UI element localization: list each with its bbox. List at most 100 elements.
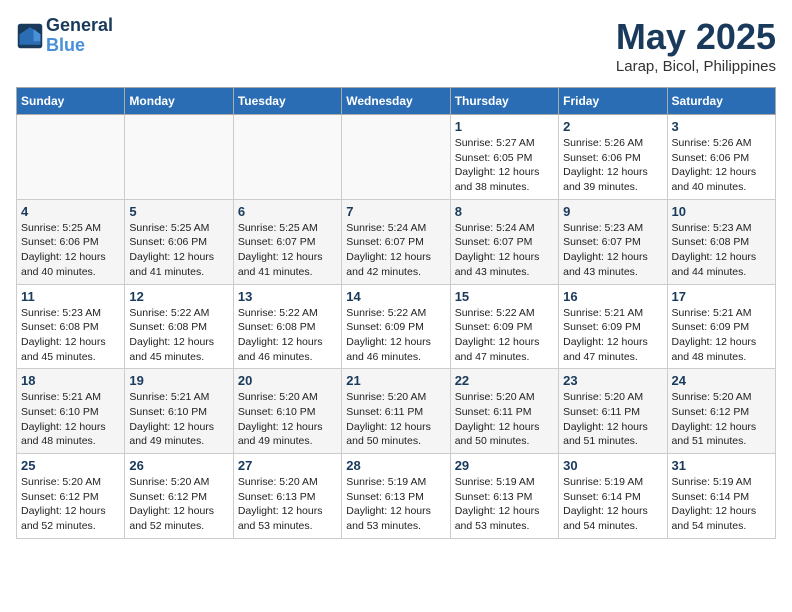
day-info: Sunrise: 5:20 AM Sunset: 6:10 PM Dayligh… xyxy=(238,390,337,449)
day-info: Sunrise: 5:20 AM Sunset: 6:11 PM Dayligh… xyxy=(563,390,662,449)
calendar-cell: 19 Sunrise: 5:21 AM Sunset: 6:10 PM Dayli… xyxy=(125,369,233,454)
day-number: 5 xyxy=(129,204,228,219)
day-info: Sunrise: 5:25 AM Sunset: 6:07 PM Dayligh… xyxy=(238,221,337,280)
day-info: Sunrise: 5:20 AM Sunset: 6:11 PM Dayligh… xyxy=(455,390,554,449)
calendar-cell: 2 Sunrise: 5:26 AM Sunset: 6:06 PM Daylig… xyxy=(559,115,667,200)
logo-line1: General xyxy=(46,16,113,36)
day-info: Sunrise: 5:20 AM Sunset: 6:12 PM Dayligh… xyxy=(672,390,771,449)
day-info: Sunrise: 5:19 AM Sunset: 6:14 PM Dayligh… xyxy=(672,475,771,534)
calendar-cell: 27 Sunrise: 5:20 AM Sunset: 6:13 PM Dayli… xyxy=(233,454,341,539)
day-info: Sunrise: 5:22 AM Sunset: 6:09 PM Dayligh… xyxy=(455,306,554,365)
calendar-cell: 8Sunrise: 5:24 AM Sunset: 6:07 PM Daylig… xyxy=(450,199,558,284)
day-info: Sunrise: 5:21 AM Sunset: 6:09 PM Dayligh… xyxy=(672,306,771,365)
calendar-cell: 23 Sunrise: 5:20 AM Sunset: 6:11 PM Dayli… xyxy=(559,369,667,454)
calendar-cell: 28 Sunrise: 5:19 AM Sunset: 6:13 PM Dayli… xyxy=(342,454,450,539)
day-info: Sunrise: 5:21 AM Sunset: 6:10 PM Dayligh… xyxy=(129,390,228,449)
day-number: 20 xyxy=(238,373,337,388)
calendar-table: SundayMondayTuesdayWednesdayThursdayFrid… xyxy=(16,87,776,539)
day-number: 31 xyxy=(672,458,771,473)
calendar-cell: 15 Sunrise: 5:22 AM Sunset: 6:09 PM Dayli… xyxy=(450,284,558,369)
day-number: 10 xyxy=(672,204,771,219)
day-info: Sunrise: 5:27 AM Sunset: 6:05 PM Dayligh… xyxy=(455,136,554,195)
calendar-week-2: 4Sunrise: 5:25 AM Sunset: 6:06 PM Daylig… xyxy=(17,199,776,284)
day-info: Sunrise: 5:21 AM Sunset: 6:09 PM Dayligh… xyxy=(563,306,662,365)
day-number: 21 xyxy=(346,373,445,388)
calendar-week-4: 18 Sunrise: 5:21 AM Sunset: 6:10 PM Dayli… xyxy=(17,369,776,454)
day-number: 11 xyxy=(21,289,120,304)
calendar-cell: 30 Sunrise: 5:19 AM Sunset: 6:14 PM Dayli… xyxy=(559,454,667,539)
calendar-cell: 6 Sunrise: 5:25 AM Sunset: 6:07 PM Daylig… xyxy=(233,199,341,284)
day-number: 17 xyxy=(672,289,771,304)
calendar-week-5: 25 Sunrise: 5:20 AM Sunset: 6:12 PM Dayli… xyxy=(17,454,776,539)
calendar-cell: 25 Sunrise: 5:20 AM Sunset: 6:12 PM Dayli… xyxy=(17,454,125,539)
calendar-cell: 31 Sunrise: 5:19 AM Sunset: 6:14 PM Dayli… xyxy=(667,454,775,539)
day-info: Sunrise: 5:23 AM Sunset: 6:08 PM Dayligh… xyxy=(672,221,771,280)
day-info: Sunrise: 5:26 AM Sunset: 6:06 PM Dayligh… xyxy=(563,136,662,195)
logo-icon xyxy=(16,22,44,50)
day-number: 29 xyxy=(455,458,554,473)
day-info: Sunrise: 5:20 AM Sunset: 6:13 PM Dayligh… xyxy=(238,475,337,534)
day-number: 22 xyxy=(455,373,554,388)
day-info: Sunrise: 5:21 AM Sunset: 6:10 PM Dayligh… xyxy=(21,390,120,449)
day-info: Sunrise: 5:23 AM Sunset: 6:08 PM Dayligh… xyxy=(21,306,120,365)
calendar-cell: 4Sunrise: 5:25 AM Sunset: 6:06 PM Daylig… xyxy=(17,199,125,284)
day-number: 28 xyxy=(346,458,445,473)
day-number: 18 xyxy=(21,373,120,388)
calendar-cell: 29 Sunrise: 5:19 AM Sunset: 6:13 PM Dayli… xyxy=(450,454,558,539)
day-info: Sunrise: 5:19 AM Sunset: 6:13 PM Dayligh… xyxy=(455,475,554,534)
calendar-cell: 18 Sunrise: 5:21 AM Sunset: 6:10 PM Dayli… xyxy=(17,369,125,454)
calendar-cell: 16 Sunrise: 5:21 AM Sunset: 6:09 PM Dayli… xyxy=(559,284,667,369)
weekday-header-monday: Monday xyxy=(125,88,233,115)
calendar-week-1: 1 Sunrise: 5:27 AM Sunset: 6:05 PM Daylig… xyxy=(17,115,776,200)
day-info: Sunrise: 5:19 AM Sunset: 6:13 PM Dayligh… xyxy=(346,475,445,534)
weekday-header-thursday: Thursday xyxy=(450,88,558,115)
day-number: 6 xyxy=(238,204,337,219)
calendar-cell xyxy=(342,115,450,200)
day-info: Sunrise: 5:22 AM Sunset: 6:09 PM Dayligh… xyxy=(346,306,445,365)
calendar-cell: 10 Sunrise: 5:23 AM Sunset: 6:08 PM Dayli… xyxy=(667,199,775,284)
day-info: Sunrise: 5:22 AM Sunset: 6:08 PM Dayligh… xyxy=(129,306,228,365)
day-info: Sunrise: 5:26 AM Sunset: 6:06 PM Dayligh… xyxy=(672,136,771,195)
day-number: 30 xyxy=(563,458,662,473)
calendar-cell: 14Sunrise: 5:22 AM Sunset: 6:09 PM Dayli… xyxy=(342,284,450,369)
weekday-header-tuesday: Tuesday xyxy=(233,88,341,115)
day-number: 27 xyxy=(238,458,337,473)
day-info: Sunrise: 5:20 AM Sunset: 6:12 PM Dayligh… xyxy=(21,475,120,534)
calendar-cell: 22 Sunrise: 5:20 AM Sunset: 6:11 PM Dayli… xyxy=(450,369,558,454)
day-info: Sunrise: 5:19 AM Sunset: 6:14 PM Dayligh… xyxy=(563,475,662,534)
month-title: May 2025 xyxy=(616,16,776,58)
calendar-cell: 12 Sunrise: 5:22 AM Sunset: 6:08 PM Dayli… xyxy=(125,284,233,369)
day-number: 26 xyxy=(129,458,228,473)
calendar-cell: 1 Sunrise: 5:27 AM Sunset: 6:05 PM Daylig… xyxy=(450,115,558,200)
logo-text: General Blue xyxy=(46,16,113,56)
calendar-cell xyxy=(17,115,125,200)
day-number: 2 xyxy=(563,119,662,134)
day-number: 23 xyxy=(563,373,662,388)
day-number: 24 xyxy=(672,373,771,388)
day-number: 15 xyxy=(455,289,554,304)
weekday-header-wednesday: Wednesday xyxy=(342,88,450,115)
calendar-cell: 24 Sunrise: 5:20 AM Sunset: 6:12 PM Dayli… xyxy=(667,369,775,454)
day-number: 9 xyxy=(563,204,662,219)
day-info: Sunrise: 5:25 AM Sunset: 6:06 PM Dayligh… xyxy=(21,221,120,280)
logo: General Blue xyxy=(16,16,113,56)
calendar-cell: 20 Sunrise: 5:20 AM Sunset: 6:10 PM Dayli… xyxy=(233,369,341,454)
day-number: 1 xyxy=(455,119,554,134)
weekday-header-saturday: Saturday xyxy=(667,88,775,115)
calendar-cell: 9Sunrise: 5:23 AM Sunset: 6:07 PM Daylig… xyxy=(559,199,667,284)
day-number: 19 xyxy=(129,373,228,388)
calendar-cell: 21 Sunrise: 5:20 AM Sunset: 6:11 PM Dayli… xyxy=(342,369,450,454)
day-number: 12 xyxy=(129,289,228,304)
day-info: Sunrise: 5:20 AM Sunset: 6:12 PM Dayligh… xyxy=(129,475,228,534)
calendar-cell xyxy=(125,115,233,200)
day-number: 8 xyxy=(455,204,554,219)
calendar-cell xyxy=(233,115,341,200)
calendar-cell: 17 Sunrise: 5:21 AM Sunset: 6:09 PM Dayli… xyxy=(667,284,775,369)
day-info: Sunrise: 5:20 AM Sunset: 6:11 PM Dayligh… xyxy=(346,390,445,449)
logo-line2: Blue xyxy=(46,36,113,56)
day-number: 16 xyxy=(563,289,662,304)
day-info: Sunrise: 5:24 AM Sunset: 6:07 PM Dayligh… xyxy=(346,221,445,280)
title-block: May 2025 Larap, Bicol, Philippines xyxy=(616,16,776,75)
weekday-header-sunday: Sunday xyxy=(17,88,125,115)
day-number: 25 xyxy=(21,458,120,473)
